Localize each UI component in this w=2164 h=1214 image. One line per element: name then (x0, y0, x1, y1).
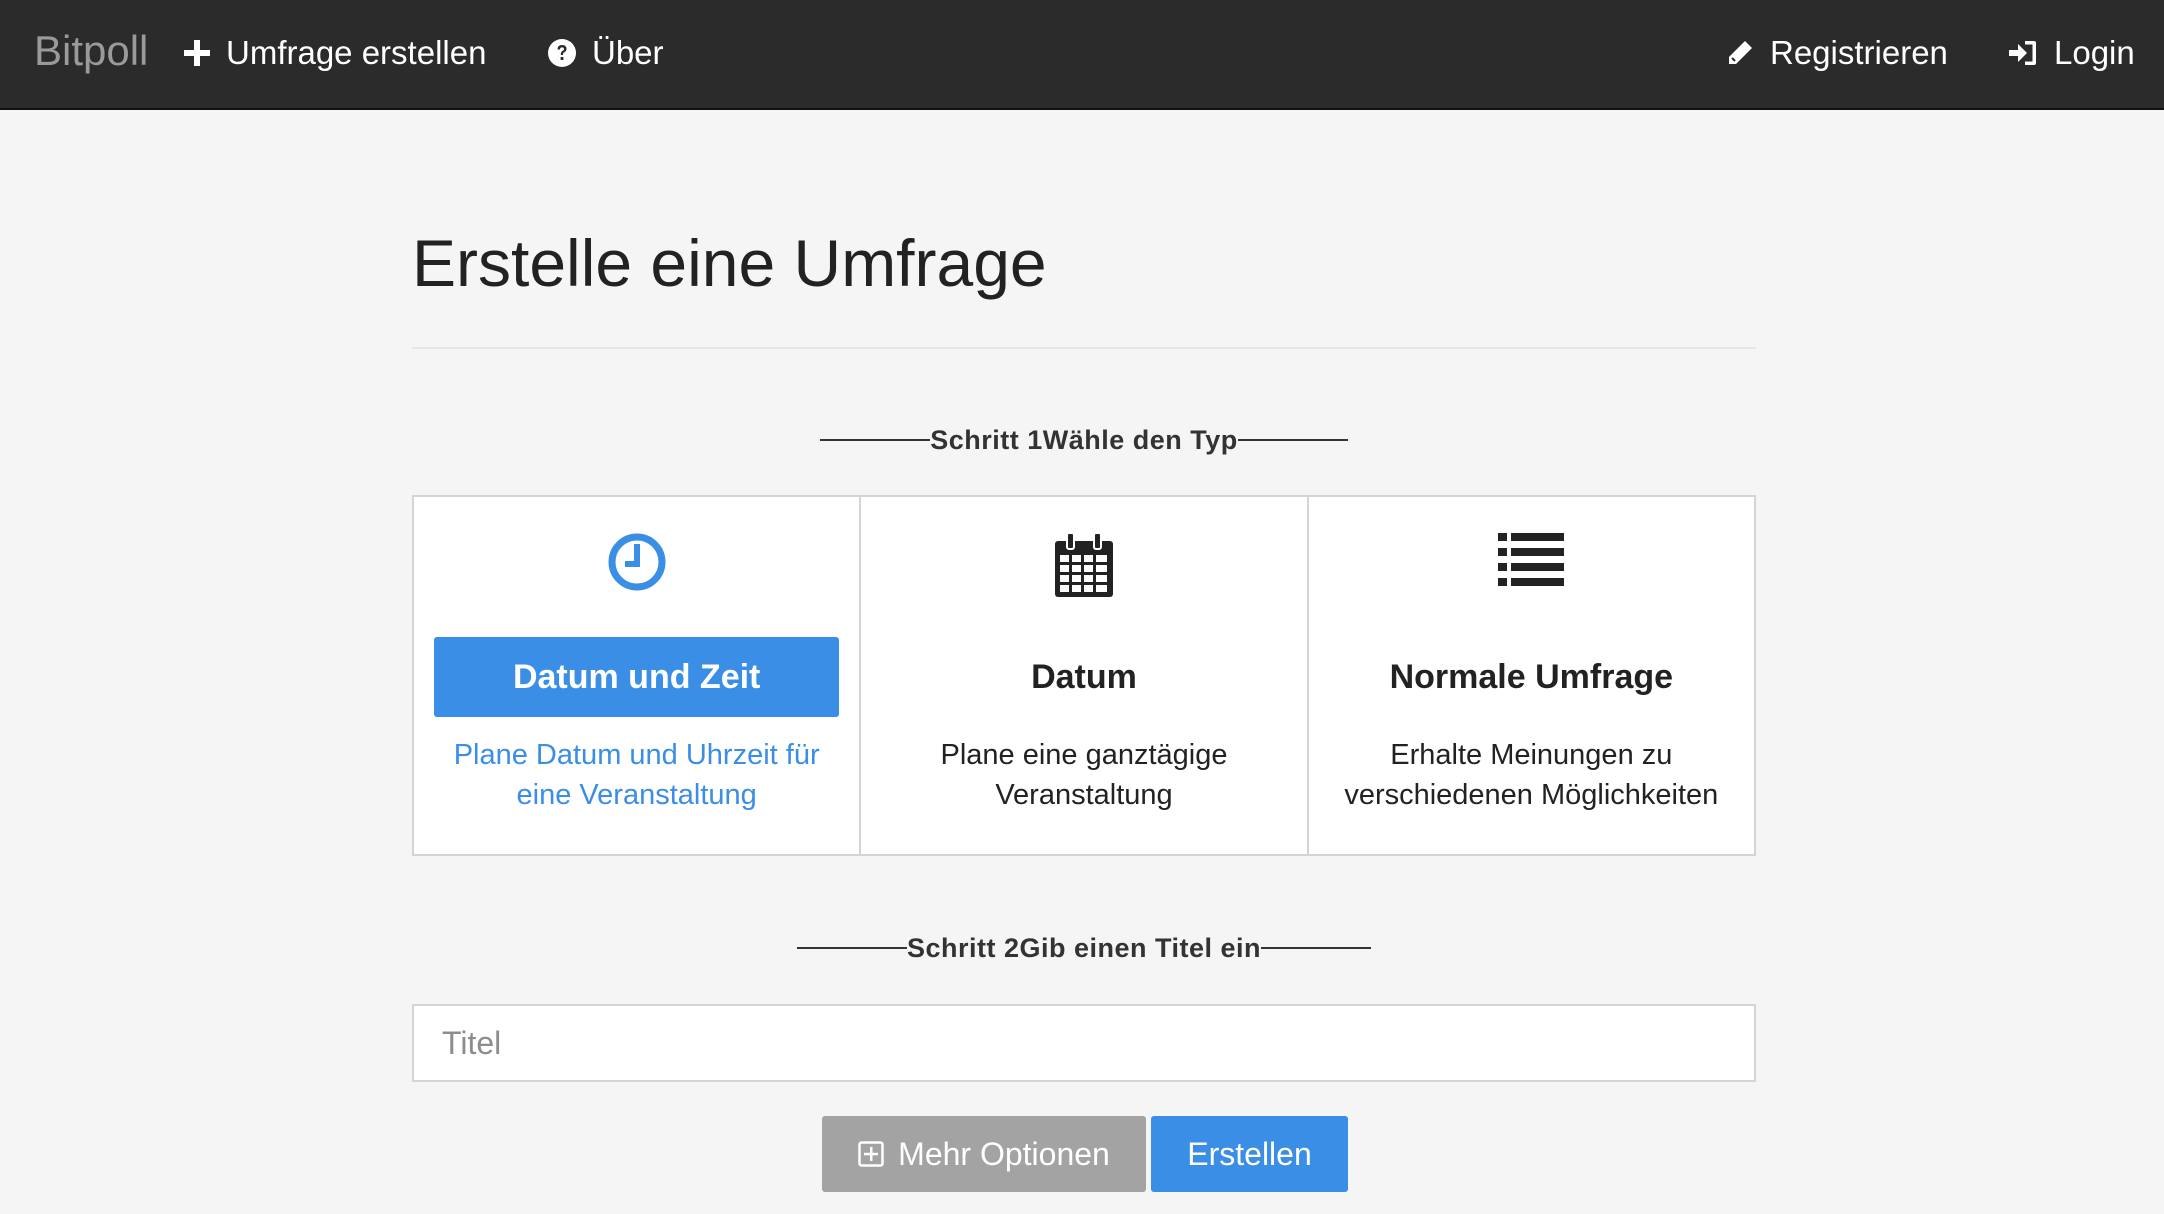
clock-icon (608, 533, 666, 591)
poll-type-selector: Datum und Zeit Plane Datum und Uhrzeit f… (412, 495, 1756, 856)
type-desc-line: Plane eine ganztägige (940, 739, 1228, 771)
type-label-date-time: Datum und Zeit (434, 637, 840, 717)
more-options-label: Mehr Optionen (898, 1135, 1110, 1172)
type-desc-line: Erhalte Meinungen zu (1390, 739, 1673, 771)
title-input[interactable] (412, 1004, 1756, 1082)
type-desc-line: Veranstaltung (995, 779, 1173, 811)
navbar: Bitpoll Umfrage erstellen Über Registrie… (0, 0, 2164, 110)
type-desc-line: verschiedenen Möglichkeiten (1344, 779, 1719, 811)
nav-create-poll[interactable]: Umfrage erstellen (184, 28, 486, 78)
step2-label: Schritt 2 (906, 932, 1020, 963)
create-button[interactable]: Erstellen (1151, 1116, 1348, 1192)
step1-heading: Schritt 1 Wähle den Typ (412, 420, 1756, 460)
type-desc-normal-poll: Erhalte Meinungen zu verschiedenen Mögli… (1339, 735, 1724, 815)
step-line-right (1237, 439, 1348, 441)
type-desc-line: eine Veranstaltung (516, 779, 757, 811)
plus-square-icon (858, 1141, 884, 1167)
nav-about-label: Über (592, 34, 664, 71)
type-label-date: Datum (1031, 657, 1137, 696)
step1-text: Wähle den Typ (1042, 424, 1238, 455)
nav-login-label: Login (2054, 34, 2135, 71)
nav-register[interactable]: Registrieren (1726, 28, 1948, 78)
more-options-button[interactable]: Mehr Optionen (822, 1116, 1146, 1192)
step2-heading: Schritt 2 Gib einen Titel ein (412, 928, 1756, 968)
type-desc-date-time: Plane Datum und Uhrzeit für eine Veranst… (444, 735, 829, 815)
nav-login[interactable]: Login (2008, 28, 2135, 78)
step2-text: Gib einen Titel ein (1019, 932, 1262, 963)
divider (412, 347, 1756, 349)
step-line-right (1261, 947, 1372, 949)
sign-in-icon (2009, 41, 2036, 65)
nav-about[interactable]: Über (548, 28, 664, 78)
type-label-normal-poll: Normale Umfrage (1389, 657, 1674, 696)
page-title: Erstelle eine Umfrage (412, 226, 1047, 300)
type-desc-date: Plane eine ganztägige Veranstaltung (891, 735, 1276, 815)
pencil-icon (1729, 41, 1752, 64)
type-option-normal-poll[interactable]: Normale Umfrage Erhalte Meinungen zu ver… (1309, 497, 1754, 854)
step1-label: Schritt 1 (930, 424, 1043, 455)
calendar-icon (1054, 533, 1113, 597)
step-line-left (796, 947, 907, 949)
list-icon (1498, 533, 1565, 586)
type-desc-line: Plane Datum und Uhrzeit für (453, 739, 820, 771)
brand-logo[interactable]: Bitpoll (34, 26, 148, 76)
step-line-left (820, 439, 931, 441)
nav-register-label: Registrieren (1770, 34, 1948, 71)
type-option-date[interactable]: Datum Plane eine ganztägige Veranstaltun… (861, 497, 1309, 854)
nav-create-label: Umfrage erstellen (226, 34, 487, 71)
question-circle-icon (548, 39, 576, 67)
type-option-date-time[interactable]: Datum und Zeit Plane Datum und Uhrzeit f… (414, 497, 862, 854)
plus-icon (184, 40, 210, 66)
